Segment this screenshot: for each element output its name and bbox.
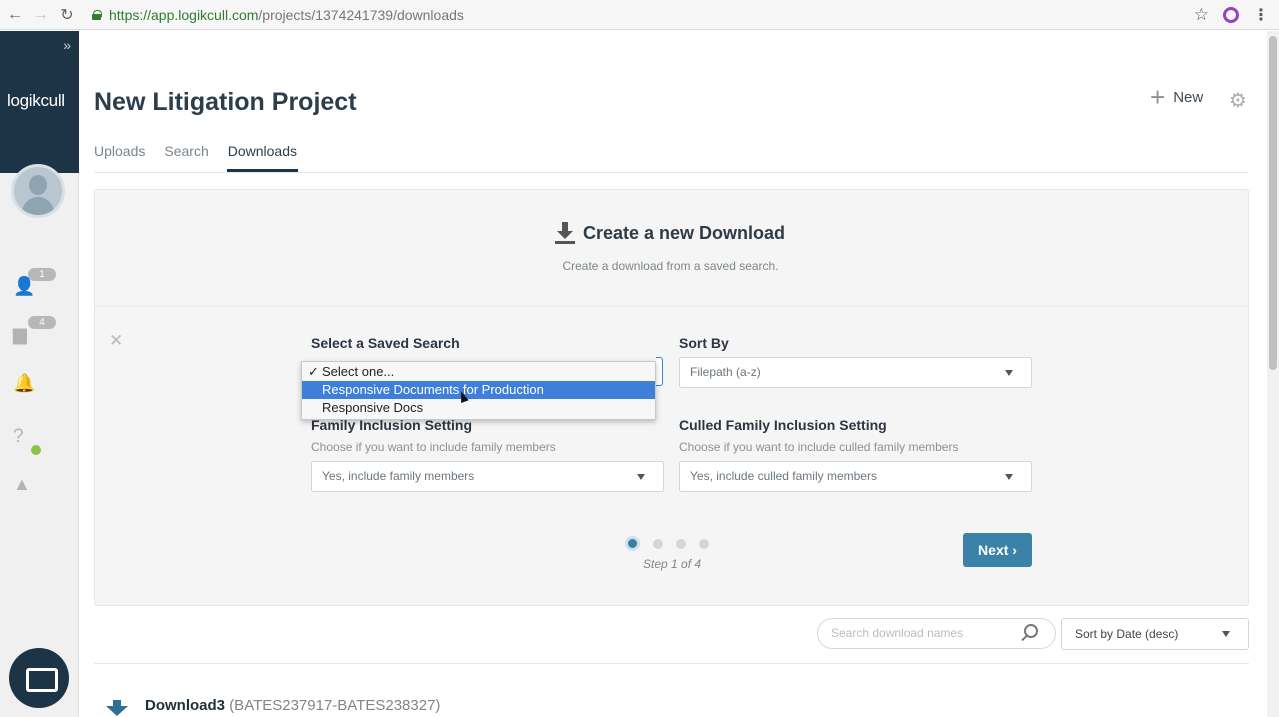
step-text: Step 1 of 4 bbox=[643, 557, 702, 571]
extension-icon[interactable] bbox=[1223, 7, 1239, 23]
tabs-divider bbox=[94, 172, 1248, 173]
status-dot bbox=[31, 445, 41, 455]
browser-toolbar: ← → ↻ https://app.logikcull.com /project… bbox=[0, 0, 1279, 30]
alert-icon[interactable]: ▲ bbox=[13, 474, 35, 496]
url-path: /projects/1374241739/downloads bbox=[258, 7, 464, 23]
sidebar: » logikcull bbox=[0, 31, 79, 717]
new-button[interactable]: + New bbox=[1150, 82, 1204, 112]
plus-icon: + bbox=[1150, 82, 1166, 112]
family-inclusion-help: Choose if you want to include family mem… bbox=[311, 440, 556, 454]
create-download-subtitle: Create a download from a saved search. bbox=[562, 259, 779, 273]
tab-search[interactable]: Search bbox=[164, 143, 208, 159]
chevron-down-icon bbox=[1005, 370, 1013, 376]
address-bar[interactable]: https://app.logikcull.com /projects/1374… bbox=[92, 4, 1222, 26]
create-download-title: Create a new Download bbox=[583, 222, 786, 243]
new-button-label: New bbox=[1173, 88, 1204, 106]
saved-search-dropdown: ✓ Select one... Responsive Documents for… bbox=[301, 361, 656, 420]
step-dot-3 bbox=[676, 538, 686, 549]
sort-downloads-select[interactable]: Sort by Date (desc) bbox=[1061, 618, 1249, 650]
sort-downloads-value: Sort by Date (desc) bbox=[1075, 627, 1179, 641]
logo[interactable]: logikcull bbox=[7, 91, 65, 111]
family-inclusion-value: Yes, include family members bbox=[322, 469, 475, 483]
dropdown-option[interactable]: ✓ Select one... bbox=[302, 363, 655, 381]
step-dot-2 bbox=[653, 538, 663, 549]
chevron-down-icon bbox=[1005, 474, 1013, 480]
panel-divider bbox=[95, 306, 1248, 307]
dropdown-option-highlighted[interactable]: Responsive Documents for Production bbox=[302, 381, 655, 399]
search-icon[interactable] bbox=[1024, 624, 1038, 638]
culled-family-select[interactable]: Yes, include culled family members bbox=[679, 461, 1032, 492]
checkmark-icon: ✓ bbox=[308, 364, 319, 379]
back-icon[interactable]: ← bbox=[4, 4, 26, 26]
list-item[interactable]: Download3 (BATES237917-BATES238327) bbox=[145, 697, 440, 714]
list-divider bbox=[94, 663, 1249, 664]
lock-icon bbox=[92, 10, 102, 20]
download-bates-range: (BATES237917-BATES238327) bbox=[229, 697, 441, 714]
chat-launcher-icon[interactable] bbox=[9, 648, 69, 708]
download-name: Download3 bbox=[145, 697, 226, 714]
search-downloads-input[interactable]: Search download names bbox=[817, 618, 1056, 649]
forward-icon[interactable]: → bbox=[30, 4, 52, 26]
culled-family-label: Culled Family Inclusion Setting bbox=[679, 417, 887, 433]
reload-icon[interactable]: ↻ bbox=[56, 4, 78, 26]
sort-by-label: Sort By bbox=[679, 335, 729, 351]
browser-menu-icon[interactable]: ⋮ bbox=[1253, 5, 1269, 25]
chevron-down-icon bbox=[637, 474, 645, 480]
tab-uploads[interactable]: Uploads bbox=[94, 143, 145, 159]
dropdown-option[interactable]: Responsive Docs bbox=[302, 399, 655, 417]
brand-area: » logikcull bbox=[0, 31, 79, 173]
folders-count-badge: 4 bbox=[28, 316, 56, 329]
url-host: https://app.logikcull.com bbox=[109, 7, 259, 23]
family-inclusion-select[interactable]: Yes, include family members bbox=[311, 461, 664, 492]
bell-icon[interactable]: 🔔 bbox=[13, 373, 35, 395]
step-dot-4 bbox=[699, 538, 709, 549]
expand-sidebar-icon[interactable]: » bbox=[63, 37, 71, 53]
saved-search-label: Select a Saved Search bbox=[311, 335, 460, 351]
create-download-heading: Create a new Download bbox=[555, 222, 785, 244]
download-icon[interactable] bbox=[105, 700, 129, 717]
culled-family-value: Yes, include culled family members bbox=[690, 469, 877, 483]
step-indicator bbox=[625, 536, 709, 551]
project-tabs: Uploads Search Downloads bbox=[94, 143, 297, 159]
saved-search-select[interactable] bbox=[656, 357, 663, 386]
gear-icon[interactable]: ⚙ bbox=[1229, 88, 1247, 113]
next-button[interactable]: Next › bbox=[963, 533, 1032, 567]
chevron-down-icon bbox=[1222, 631, 1230, 637]
culled-family-help: Choose if you want to include culled fam… bbox=[679, 440, 959, 454]
page-title: New Litigation Project bbox=[94, 88, 357, 116]
bookmark-star-icon[interactable]: ☆ bbox=[1194, 5, 1209, 25]
tab-downloads[interactable]: Downloads bbox=[228, 143, 297, 159]
avatar[interactable] bbox=[11, 164, 65, 218]
scrollbar-thumb[interactable] bbox=[1269, 36, 1277, 370]
download-icon bbox=[555, 222, 575, 244]
sort-by-value: Filepath (a-z) bbox=[690, 365, 761, 379]
sort-by-select[interactable]: Filepath (a-z) bbox=[679, 357, 1032, 388]
close-icon[interactable]: ✕ bbox=[109, 331, 123, 351]
step-dot-1 bbox=[625, 536, 640, 551]
help-icon[interactable]: ? bbox=[13, 426, 35, 448]
